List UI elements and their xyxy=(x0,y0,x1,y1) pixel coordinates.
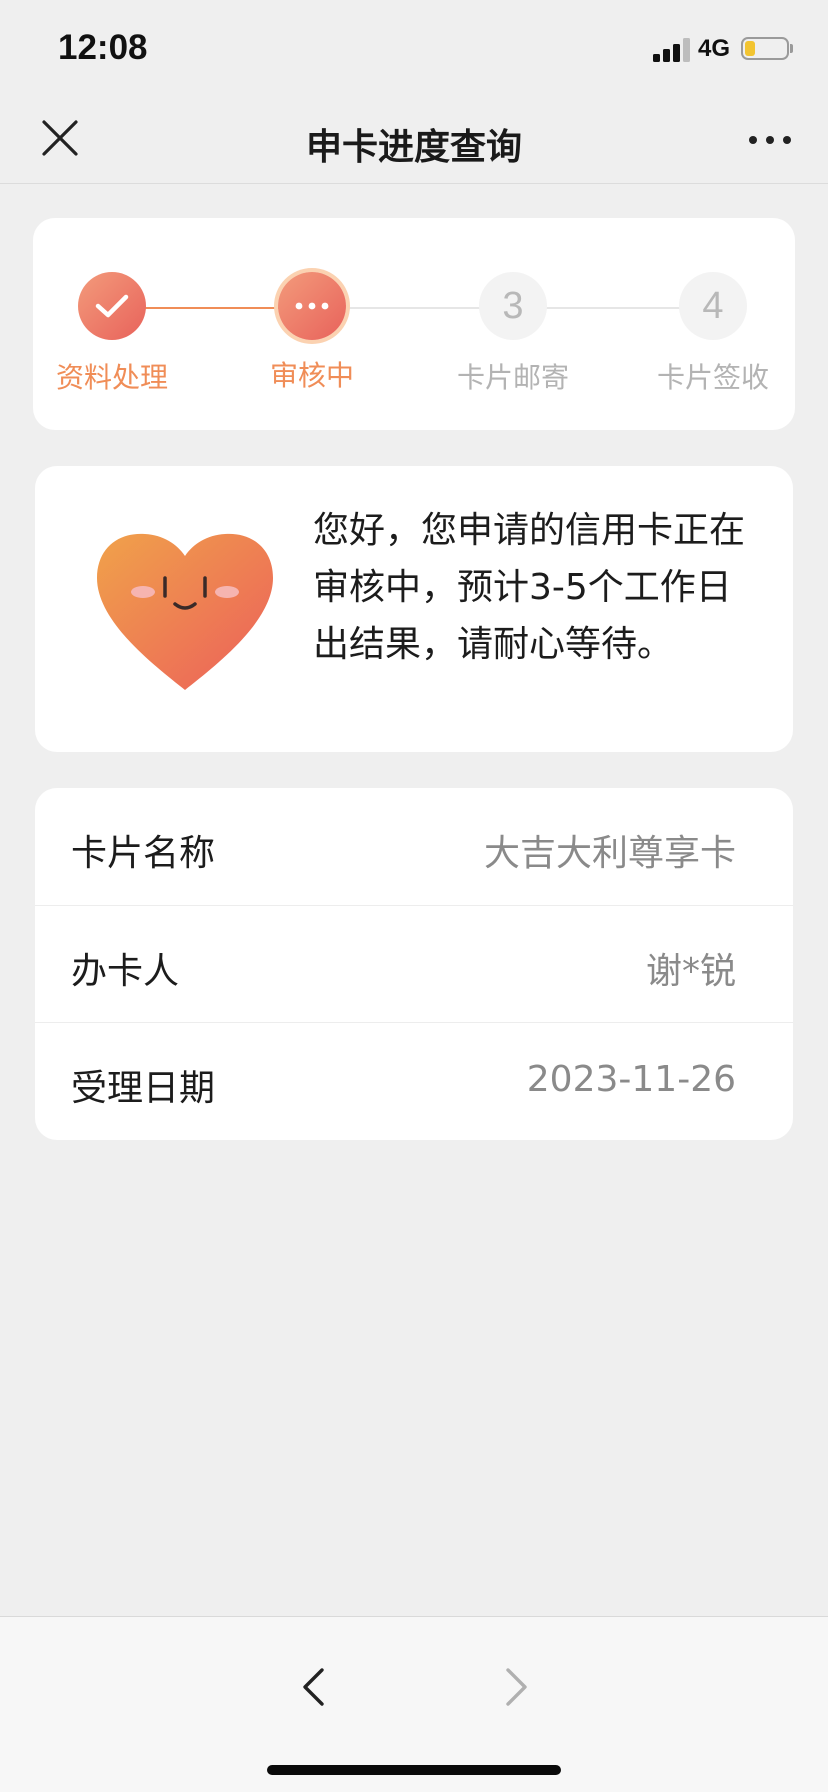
step-number: 4 xyxy=(679,272,747,340)
info-row-card-name: 卡片名称 大吉大利尊享卡 xyxy=(35,788,793,905)
status-message-text: 您好，您申请的信用卡正在审核中，预计3-5个工作日出结果，请耐心等待。 xyxy=(313,510,746,665)
info-row-date: 受理日期 2023-11-26 xyxy=(35,1022,793,1140)
info-label: 卡片名称 xyxy=(71,833,216,874)
battery-level xyxy=(745,41,755,56)
home-indicator[interactable] xyxy=(267,1765,561,1775)
info-row-applicant: 办卡人 谢*锐 xyxy=(35,905,793,1023)
info-value: 谢*锐 xyxy=(645,951,736,992)
status-time: 12:08 xyxy=(58,28,148,67)
chevron-right-icon[interactable] xyxy=(498,1667,534,1707)
status-bar: 12:08 4G xyxy=(0,0,828,96)
page-title: 申卡进度查询 xyxy=(305,127,522,168)
more-icon[interactable] xyxy=(748,132,792,146)
smiling-heart-icon xyxy=(95,526,275,696)
step-document-processing: 资料处理 xyxy=(52,272,172,396)
ellipsis-icon xyxy=(278,272,346,340)
network-type: 4G xyxy=(698,35,731,62)
step-label: 卡片签收 xyxy=(656,361,769,394)
info-value: 大吉大利尊享卡 xyxy=(483,833,736,874)
checkmark-icon xyxy=(78,272,146,340)
step-label: 资料处理 xyxy=(55,361,168,394)
progress-card: 资料处理 审核中 3 卡片邮寄 4 卡片签收 xyxy=(33,218,795,430)
info-label: 受理日期 xyxy=(71,1068,216,1109)
card-info-list: 卡片名称 大吉大利尊享卡 办卡人 谢*锐 受理日期 2023-11-26 xyxy=(35,788,793,1140)
cellular-signal-icon xyxy=(653,38,691,62)
step-card-receipt: 4 卡片签收 xyxy=(653,272,773,396)
step-label: 卡片邮寄 xyxy=(456,361,569,394)
info-value: 2023-11-26 xyxy=(526,1059,736,1100)
battery-icon xyxy=(741,37,789,60)
battery-cap xyxy=(790,44,793,53)
step-label: 审核中 xyxy=(269,359,354,392)
step-under-review: 审核中 xyxy=(252,272,372,394)
step-card-mailing: 3 卡片邮寄 xyxy=(453,272,573,396)
chevron-left-icon[interactable] xyxy=(296,1667,332,1707)
status-message-card: 您好，您申请的信用卡正在审核中，预计3-5个工作日出结果，请耐心等待。 xyxy=(35,466,793,752)
step-number: 3 xyxy=(479,272,547,340)
nav-bar: 申卡进度查询 xyxy=(0,96,828,184)
info-label: 办卡人 xyxy=(71,951,180,992)
